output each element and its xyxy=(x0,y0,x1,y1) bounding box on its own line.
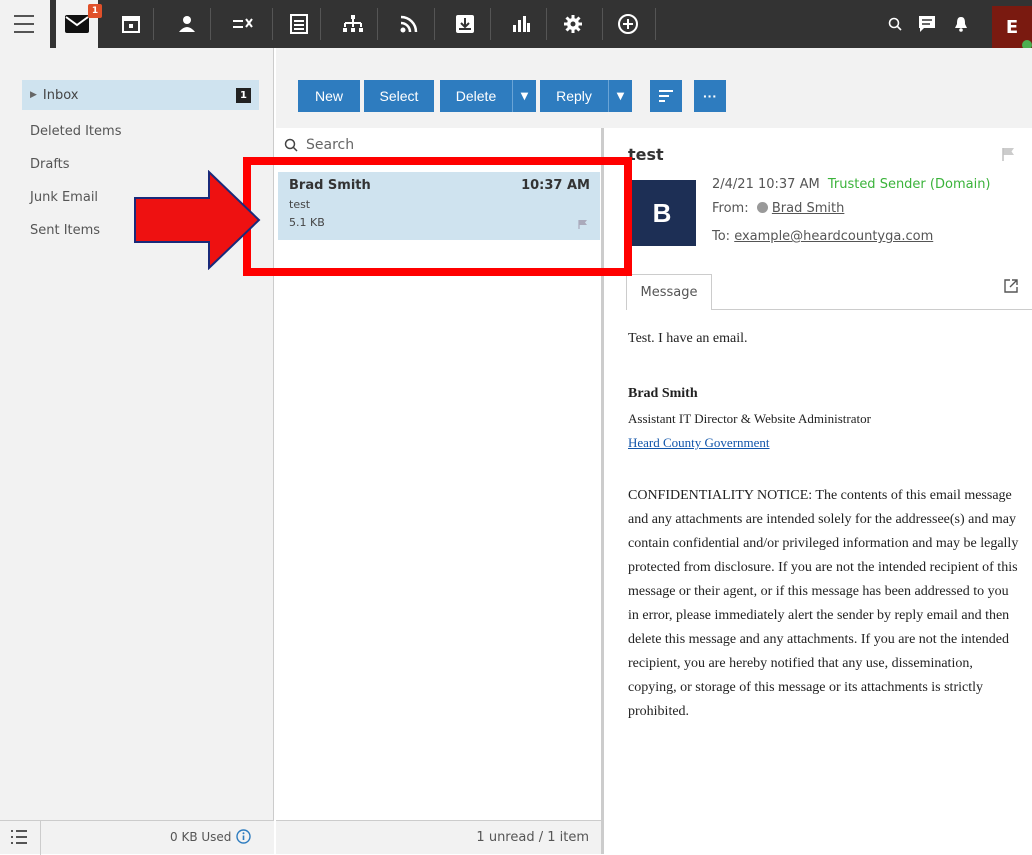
arrow-annotation xyxy=(134,170,261,270)
info-icon[interactable] xyxy=(236,829,251,847)
select-button[interactable]: Select xyxy=(364,80,434,112)
folder-inbox[interactable]: ▶ Inbox 1 xyxy=(22,80,259,110)
email-to-line: To: example@heardcountyga.com xyxy=(712,229,933,244)
search-box[interactable]: Search xyxy=(284,133,596,157)
calendar-icon[interactable] xyxy=(110,0,152,48)
email-from-line: From: Brad Smith xyxy=(712,201,844,216)
more-button[interactable]: ··· xyxy=(694,80,726,112)
archive-icon[interactable] xyxy=(444,0,486,48)
signature-org-link[interactable]: Heard County Government xyxy=(628,435,770,451)
highlight-box-annotation xyxy=(243,157,632,276)
storage-used: 0 KB Used xyxy=(170,830,232,844)
hamburger-icon[interactable] xyxy=(14,15,34,33)
to-label: To: xyxy=(712,229,731,244)
from-name-link[interactable]: Brad Smith xyxy=(772,201,844,216)
folder-inbox-label: Inbox xyxy=(42,87,79,103)
rss-icon[interactable] xyxy=(388,0,430,48)
search-icon[interactable] xyxy=(880,0,910,48)
sort-button[interactable] xyxy=(650,80,682,112)
flag-icon[interactable] xyxy=(1002,146,1016,165)
folder-label: Sent Items xyxy=(30,222,101,238)
pop-out-icon[interactable] xyxy=(1004,278,1018,297)
signature-name: Brad Smith xyxy=(628,386,698,401)
folder-label: Deleted Items xyxy=(30,123,122,139)
chat-icon[interactable] xyxy=(912,0,942,48)
sender-avatar: B xyxy=(628,180,696,246)
folder-pane: ▶ Inbox 1 Deleted Items Drafts Junk Emai… xyxy=(0,48,274,855)
to-address-link[interactable]: example@heardcountyga.com xyxy=(734,229,933,244)
notes-icon[interactable] xyxy=(278,0,320,48)
sort-icon xyxy=(659,90,673,102)
bell-icon[interactable] xyxy=(946,0,976,48)
delete-button[interactable]: Delete xyxy=(440,80,512,112)
reply-button[interactable]: Reply xyxy=(540,80,608,112)
folder-footer: 0 KB Used xyxy=(0,820,274,855)
list-view-icon[interactable] xyxy=(10,829,28,848)
settings-icon[interactable] xyxy=(552,0,594,48)
tab-divider xyxy=(712,309,1032,310)
search-input[interactable]: Search xyxy=(306,137,354,153)
toolbar: New Select Delete ▼ Reply ▼ ··· xyxy=(276,48,1032,128)
contacts-icon[interactable] xyxy=(166,0,208,48)
message-count-status: 1 unread / 1 item xyxy=(476,830,589,845)
delete-dropdown[interactable]: ▼ xyxy=(512,80,536,112)
tab-message[interactable]: Message xyxy=(626,274,712,310)
confidentiality-notice: CONFIDENTIALITY NOTICE: The contents of … xyxy=(628,488,1019,719)
from-label: From: xyxy=(712,201,749,216)
sitemap-icon[interactable] xyxy=(332,0,374,48)
email-date-line: 2/4/21 10:37 AM Trusted Sender (Domain) xyxy=(712,177,991,192)
presence-icon xyxy=(756,202,768,213)
email-body-line: Test. I have an email. xyxy=(628,331,748,346)
signature-title: Assistant IT Director & Website Administ… xyxy=(628,411,871,426)
mail-unread-badge: 1 xyxy=(88,4,102,18)
new-button[interactable]: New xyxy=(298,80,360,112)
reports-icon[interactable] xyxy=(500,0,542,48)
tasks-icon[interactable] xyxy=(222,0,264,48)
folder-label: Junk Email xyxy=(30,189,99,205)
search-icon xyxy=(284,138,298,152)
list-footer: 1 unread / 1 item xyxy=(276,820,601,854)
trusted-sender-label: Trusted Sender (Domain) xyxy=(827,177,991,192)
folder-deleted-items[interactable]: Deleted Items xyxy=(0,116,274,146)
inbox-unread-count: 1 xyxy=(236,88,251,103)
top-app-bar: 1 E xyxy=(0,0,1032,50)
menu-area xyxy=(0,0,50,48)
folder-label: Drafts xyxy=(30,156,70,172)
email-date: 2/4/21 10:37 AM xyxy=(712,177,820,192)
email-subject: test xyxy=(628,145,664,164)
expand-caret-icon[interactable]: ▶ xyxy=(30,90,37,100)
add-icon[interactable] xyxy=(607,0,649,48)
reply-dropdown[interactable]: ▼ xyxy=(608,80,632,112)
